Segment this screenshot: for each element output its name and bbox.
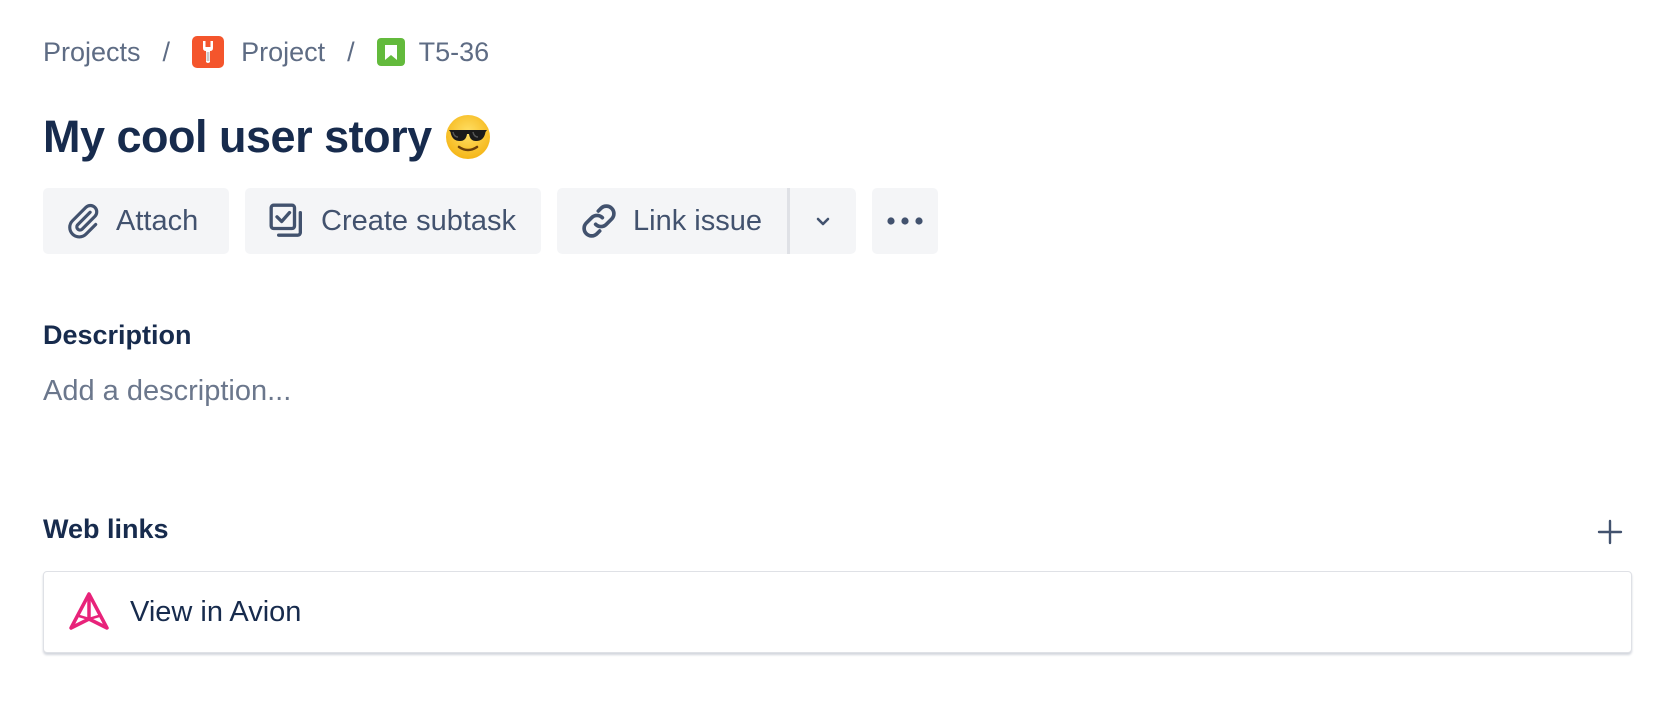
chevron-down-icon [814, 215, 832, 227]
issue-toolbar: Attach Create subtask Link issue [43, 188, 938, 254]
link-issue-dropdown-button[interactable] [790, 188, 856, 254]
breadcrumb-project-label: Project [241, 36, 326, 67]
link-issue-button[interactable]: Link issue [557, 188, 787, 254]
issue-title-text: My cool user story [43, 111, 432, 162]
attach-button[interactable]: Attach [43, 188, 229, 254]
more-dots-icon [885, 216, 925, 226]
project-wrench-icon [192, 36, 225, 68]
more-actions-button[interactable] [872, 188, 938, 254]
breadcrumb-projects-link[interactable]: Projects [43, 37, 141, 68]
create-subtask-label: Create subtask [321, 204, 517, 237]
create-subtask-button[interactable]: Create subtask [245, 188, 541, 254]
web-link-item[interactable]: View in Avion [43, 571, 1632, 653]
link-chain-icon [579, 201, 619, 241]
paperclip-icon [64, 202, 102, 240]
breadcrumb-issue-key: T5-36 [418, 36, 490, 67]
issue-view: Projects / Project / T5-36 My cool user … [0, 0, 1672, 726]
plus-icon [1596, 518, 1624, 551]
link-issue-group: Link issue [557, 188, 856, 254]
attach-label: Attach [116, 204, 199, 237]
web-links-heading: Web links [43, 514, 169, 544]
avion-logo-icon [68, 591, 110, 633]
breadcrumb-separator: / [162, 36, 171, 67]
description-field[interactable]: Add a description... [43, 375, 291, 408]
web-link-label: View in Avion [130, 595, 302, 628]
breadcrumb-separator: / [347, 36, 355, 67]
link-issue-label: Link issue [633, 204, 762, 237]
issue-title[interactable]: My cool user story [43, 108, 492, 166]
description-heading: Description [43, 320, 192, 350]
add-web-link-button[interactable] [1592, 516, 1628, 552]
breadcrumb-issue-link[interactable]: T5-36 [376, 36, 490, 68]
story-bookmark-icon [376, 38, 405, 66]
breadcrumb: Projects / Project / T5-36 [43, 34, 489, 70]
subtask-checkbox-icon [267, 201, 307, 241]
sunglasses-emoji-icon [444, 113, 492, 161]
breadcrumb-project-link[interactable]: Project [192, 36, 325, 68]
